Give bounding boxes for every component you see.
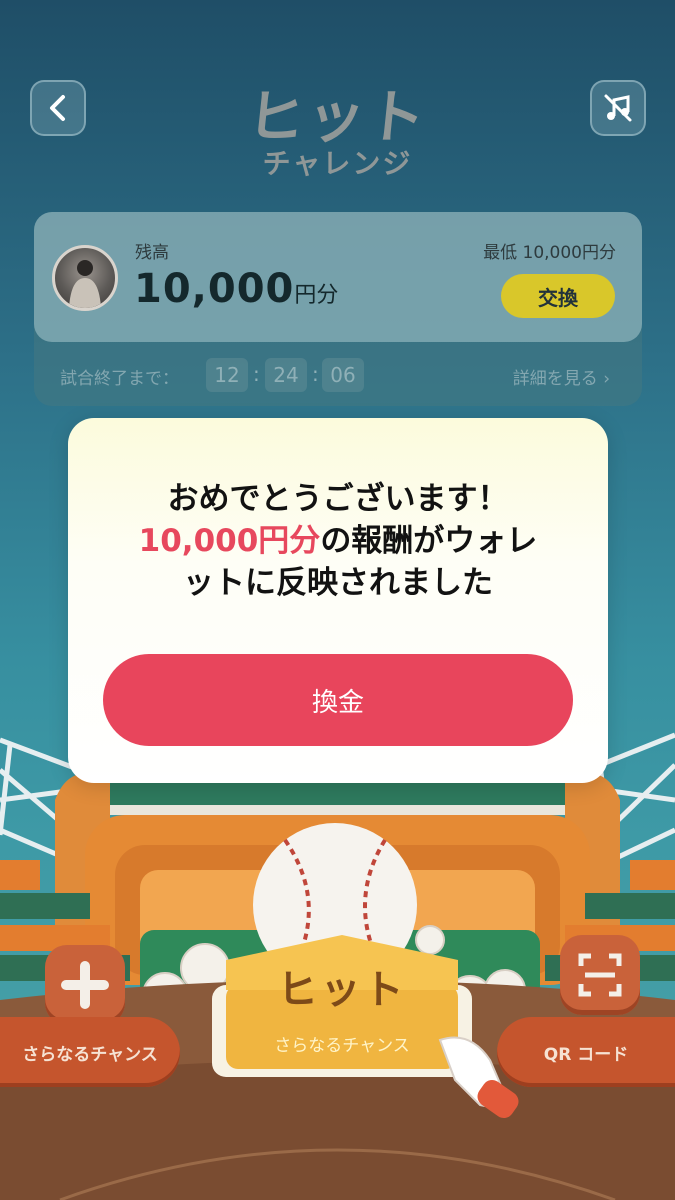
hit-button[interactable]: ヒット さらなるチャンス (226, 947, 458, 1069)
reward-modal: おめでとうございます！ 10,000円分の報酬がウォレ ットに反映されました 換… (68, 418, 608, 783)
hit-button-sublabel: さらなるチャンス (274, 1036, 410, 1056)
hit-button-label: ヒット (277, 967, 407, 1013)
more-chances-button[interactable]: さらなるチャンス (0, 1017, 180, 1087)
avatar (52, 245, 118, 311)
music-off-icon (604, 94, 632, 122)
timer-colon: : (312, 362, 319, 386)
game-logo-subtitle: チャレンジ (262, 147, 413, 180)
timer-hours: 12 (206, 358, 248, 392)
music-toggle-button[interactable] (590, 80, 646, 136)
qr-scan-icon (578, 953, 622, 997)
qr-code-button[interactable]: QR コード (497, 1017, 675, 1087)
balance-value: 10,000 (134, 266, 295, 312)
cash-out-button[interactable]: 換金 (103, 654, 573, 746)
balance-panel: 残高 10,000円分 最低 10,000円分 交換 (34, 212, 642, 342)
balance-unit: 円分 (294, 283, 339, 308)
qr-scan-button[interactable] (560, 935, 640, 1015)
details-link[interactable]: 詳細を見る › (513, 364, 610, 389)
timer-label: 試合終了まで： (60, 369, 179, 389)
reward-message: おめでとうございます！ 10,000円分の報酬がウォレ ットに反映されました (98, 478, 578, 604)
exchange-button[interactable]: 交換 (501, 274, 615, 318)
timer-minutes: 24 (265, 358, 307, 392)
minimum-amount: 最低 10,000円分 (483, 243, 616, 263)
plus-icon (61, 961, 109, 1009)
balance-card: 残高 10,000円分 最低 10,000円分 交換 試合終了まで： 12 : … (34, 212, 642, 406)
reward-amount: 10,000円分 (138, 523, 321, 559)
message-line-3: ットに反映されました (183, 565, 493, 601)
timer-seconds: 06 (322, 358, 364, 392)
balance-label: 残高 (135, 243, 169, 263)
timer-colon: : (253, 362, 260, 386)
message-line-1: おめでとうございます！ (167, 481, 509, 517)
message-line-2: の報酬がウォレ (320, 523, 538, 559)
balance-amount: 10,000円分 (134, 266, 338, 312)
game-screen: ヒット チャレンジ 残高 10,000円分 最低 10,000円分 交換 試合終… (0, 0, 675, 1200)
add-chance-button[interactable] (45, 945, 125, 1025)
